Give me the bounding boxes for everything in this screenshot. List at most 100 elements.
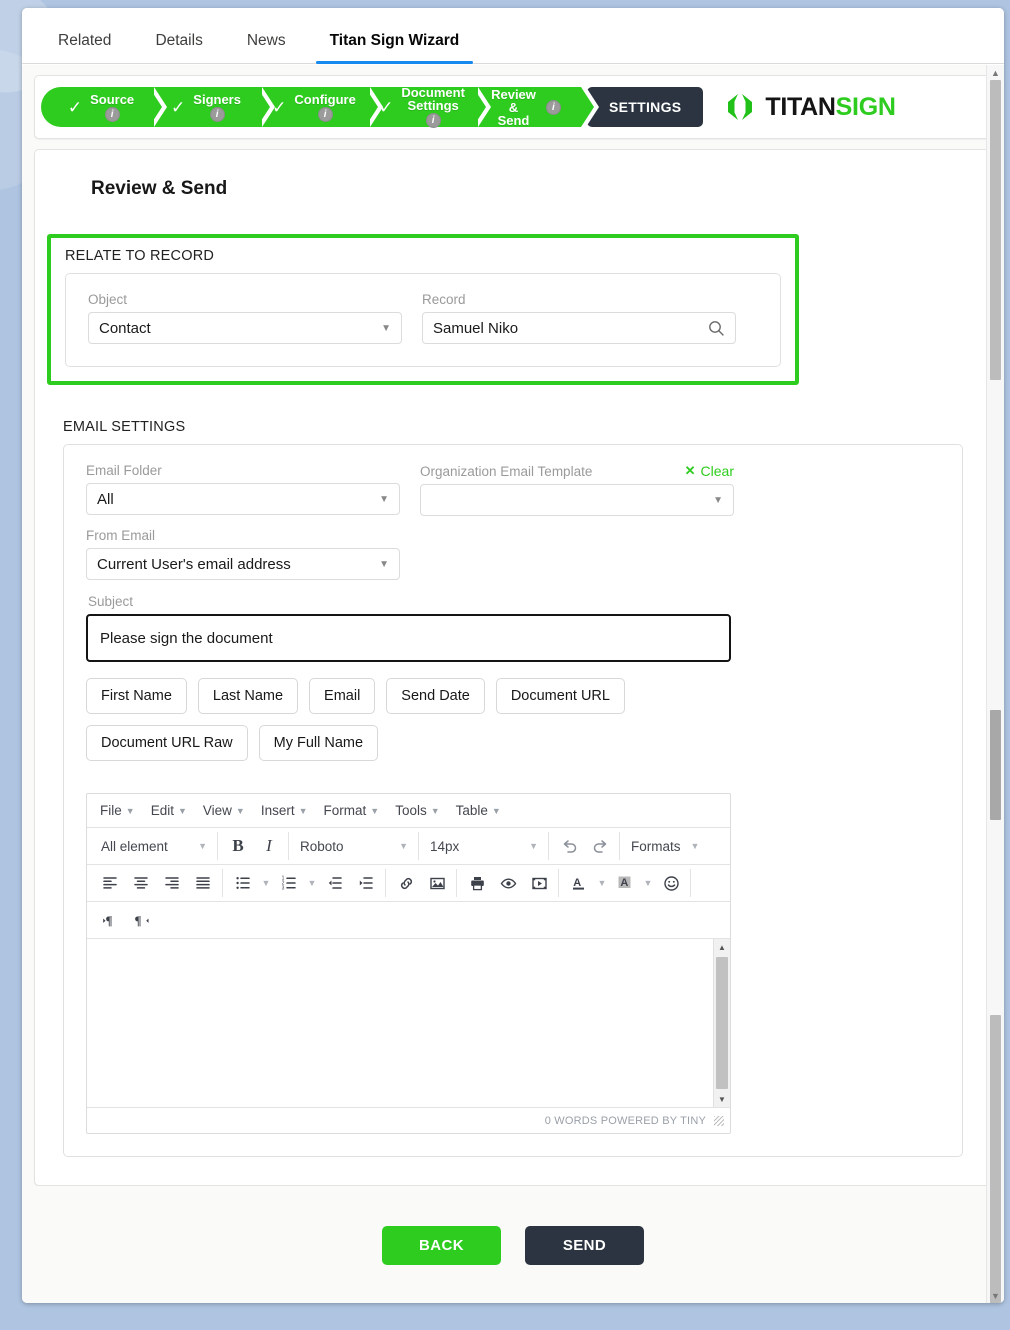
merge-chip-my-full-name[interactable]: My Full Name <box>258 725 379 761</box>
scroll-up-icon[interactable]: ▲ <box>987 65 1004 80</box>
editor-menu-edit[interactable]: Edit ▼ <box>144 800 194 821</box>
image-icon[interactable] <box>422 869 452 897</box>
scroll-down-icon[interactable]: ▼ <box>714 1091 730 1107</box>
wizard-step-document-settings-label-line2: Settings <box>407 98 459 113</box>
numbered-list-icon[interactable]: 123 <box>274 869 304 897</box>
clear-template-button[interactable]: ✕ Clear <box>685 463 734 479</box>
bullet-list-icon[interactable] <box>228 869 258 897</box>
editor-menu-file[interactable]: File ▼ <box>93 800 142 821</box>
wizard-stepper-card: ✓ Source i ✓ Signers i ✓ Configure i ✓ D… <box>34 75 992 139</box>
formats-select[interactable]: Formats ▼ <box>625 832 705 860</box>
merge-chip-send-date[interactable]: Send Date <box>386 678 485 714</box>
chevron-down-icon: ▼ <box>235 805 245 816</box>
bold-button[interactable]: B <box>223 832 253 860</box>
editor-menu-table[interactable]: Table ▼ <box>449 800 508 821</box>
wizard-step-source[interactable]: ✓ Source i <box>41 87 167 127</box>
scrollbar-thumb-bottom[interactable] <box>990 1015 1001 1303</box>
italic-button[interactable]: I <box>254 832 284 860</box>
chevron-down-icon: ▼ <box>713 494 723 506</box>
search-icon[interactable] <box>708 320 725 337</box>
background-color-options-icon[interactable]: ▼ <box>641 869 655 897</box>
print-icon[interactable] <box>462 869 492 897</box>
background-color-icon[interactable]: A <box>610 869 640 897</box>
editor-menu-file-label: File <box>100 803 122 818</box>
editor-resize-handle[interactable] <box>714 1115 724 1126</box>
text-color-icon[interactable]: A <box>564 869 594 897</box>
editor-menu-tools[interactable]: Tools ▼ <box>388 800 446 821</box>
chevron-down-icon: ▼ <box>430 805 440 816</box>
send-button[interactable]: SEND <box>525 1225 644 1265</box>
app-window: Related Details News Titan Sign Wizard ✓… <box>22 8 1004 1303</box>
from-email-select[interactable]: Current User's email address ▼ <box>86 548 400 580</box>
email-settings-row-2: From Email Current User's email address … <box>86 528 940 580</box>
editor-menu-edit-label: Edit <box>150 803 174 818</box>
info-icon[interactable]: i <box>104 106 120 122</box>
merge-chip-first-name[interactable]: First Name <box>86 678 187 714</box>
back-button[interactable]: BACK <box>382 1225 501 1265</box>
relate-to-record-section: RELATE TO RECORD Object Contact ▼ Record… <box>47 234 799 385</box>
scroll-up-icon[interactable]: ▲ <box>714 939 730 955</box>
merge-chip-last-name[interactable]: Last Name <box>197 678 299 714</box>
text-color-options-icon[interactable]: ▼ <box>595 869 609 897</box>
scroll-down-icon[interactable]: ▼ <box>987 1288 1004 1303</box>
merge-chip-document-url[interactable]: Document URL <box>495 678 625 714</box>
clear-template-label: Clear <box>700 463 734 479</box>
object-select[interactable]: Contact ▼ <box>88 312 402 344</box>
font-size-select[interactable]: 14px ▼ <box>424 832 544 860</box>
outdent-icon[interactable] <box>320 869 350 897</box>
tab-details[interactable]: Details <box>133 32 224 63</box>
object-label: Object <box>88 292 128 307</box>
info-icon[interactable]: i <box>209 106 225 122</box>
align-center-icon[interactable] <box>126 869 156 897</box>
undo-icon[interactable] <box>554 832 584 860</box>
link-icon[interactable] <box>391 869 421 897</box>
editor-vertical-scrollbar[interactable]: ▲ ▼ <box>713 939 730 1107</box>
media-icon[interactable] <box>524 869 554 897</box>
bullet-list-options-icon[interactable]: ▼ <box>259 869 273 897</box>
scrollbar-thumb-top[interactable] <box>990 80 1001 380</box>
page-vertical-scrollbar[interactable]: ▲ ▼ <box>986 65 1004 1303</box>
email-settings-section: EMAIL SETTINGS Email Folder All ▼ Organi… <box>63 419 963 1157</box>
info-icon[interactable]: i <box>425 113 441 128</box>
tab-related[interactable]: Related <box>36 32 133 63</box>
editor-toolbar-row-3: ¶ ¶ <box>87 902 730 939</box>
tab-titan-sign-wizard[interactable]: Titan Sign Wizard <box>308 32 482 64</box>
chevron-down-icon: ▼ <box>177 805 187 816</box>
indent-icon[interactable] <box>351 869 381 897</box>
preview-icon[interactable] <box>493 869 523 897</box>
emoticon-icon[interactable] <box>656 869 686 897</box>
info-icon[interactable]: i <box>317 106 333 122</box>
settings-button[interactable]: SETTINGS <box>587 87 704 127</box>
info-icon[interactable]: i <box>545 100 561 115</box>
align-right-icon[interactable] <box>157 869 187 897</box>
email-folder-select[interactable]: All ▼ <box>86 483 400 515</box>
record-input[interactable]: Samuel Niko <box>422 312 736 344</box>
editor-scrollbar-thumb[interactable] <box>716 957 728 1089</box>
tab-news[interactable]: News <box>225 32 308 63</box>
align-left-icon[interactable] <box>95 869 125 897</box>
scrollbar-thumb-middle[interactable] <box>990 710 1001 820</box>
org-email-template-label: Organization Email Template <box>420 463 593 479</box>
subject-label: Subject <box>88 594 134 609</box>
rtl-icon[interactable]: ¶ <box>126 906 156 934</box>
tab-bar: Related Details News Titan Sign Wizard <box>22 8 1004 64</box>
merge-chip-document-url-raw[interactable]: Document URL Raw <box>86 725 248 761</box>
ltr-icon[interactable]: ¶ <box>95 906 125 934</box>
wizard-step-review-send-label-line1: Review <box>491 86 536 102</box>
from-email-field: From Email Current User's email address … <box>86 528 400 580</box>
merge-chip-email[interactable]: Email <box>309 678 376 714</box>
close-icon: ✕ <box>684 463 696 478</box>
align-justify-icon[interactable] <box>188 869 218 897</box>
editor-menu-insert[interactable]: Insert ▼ <box>254 800 315 821</box>
numbered-list-options-icon[interactable]: ▼ <box>305 869 319 897</box>
chevron-down-icon: ▼ <box>529 841 538 851</box>
editor-element-select[interactable]: All element ▼ <box>95 832 213 860</box>
redo-icon[interactable] <box>585 832 615 860</box>
font-family-select[interactable]: Roboto ▼ <box>294 832 414 860</box>
editor-content-area[interactable]: ▲ ▼ <box>87 939 730 1107</box>
from-email-value: Current User's email address <box>97 555 291 573</box>
subject-input[interactable]: Please sign the document <box>86 614 731 662</box>
editor-menu-format[interactable]: Format ▼ <box>317 800 387 821</box>
editor-menu-view[interactable]: View ▼ <box>196 800 252 821</box>
org-email-template-select[interactable]: ▼ <box>420 484 734 516</box>
